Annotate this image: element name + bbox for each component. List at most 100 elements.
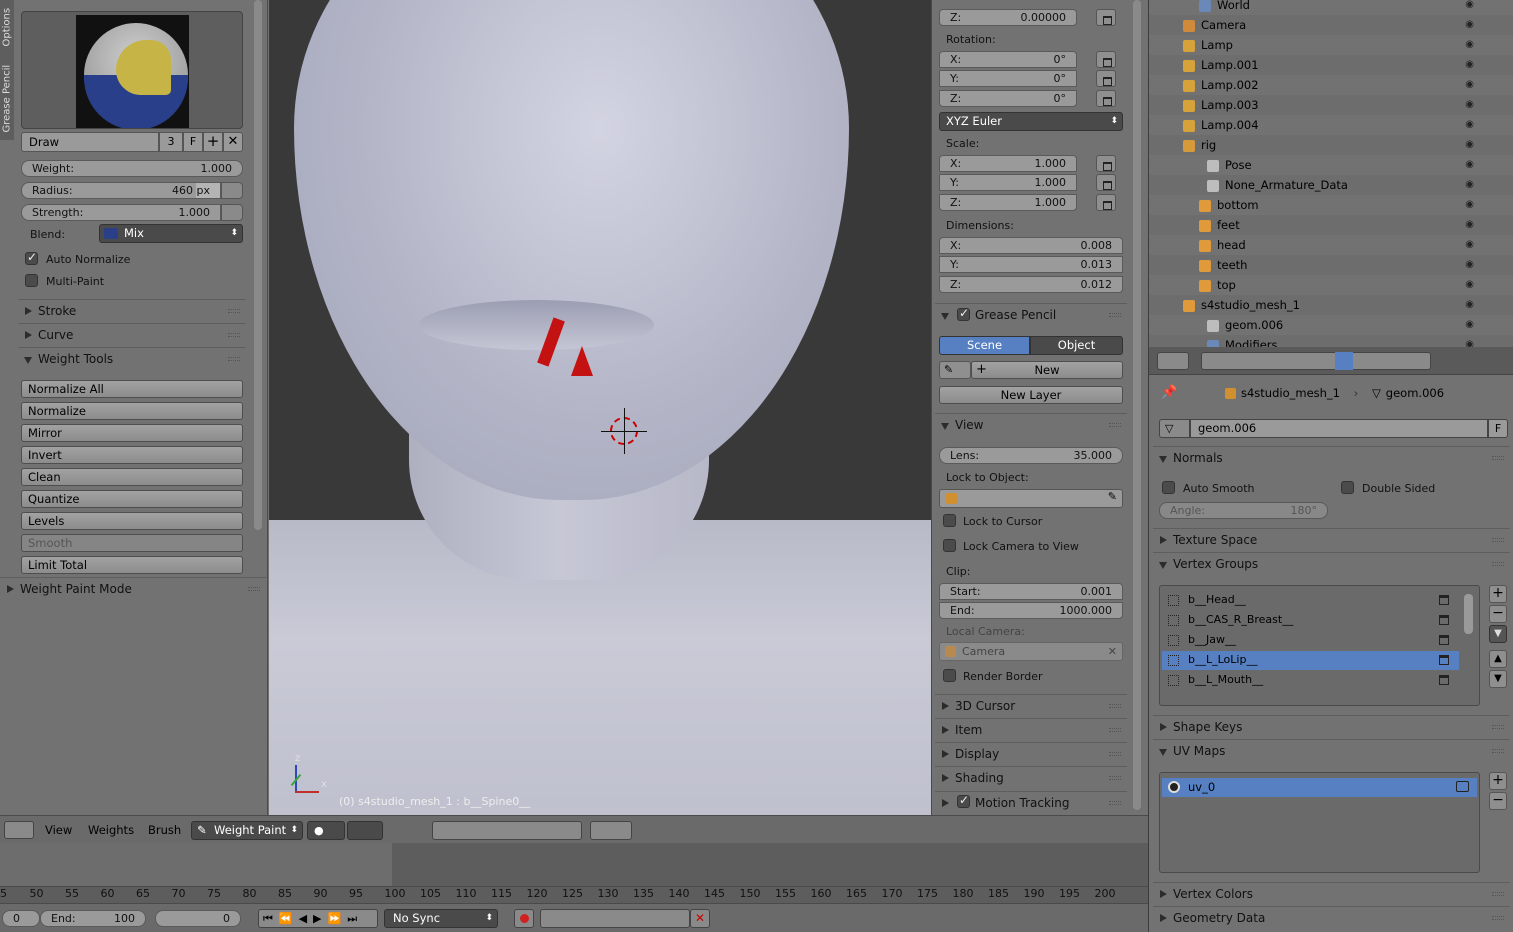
outliner-row[interactable]: top ◉ xyxy=(1149,275,1513,295)
vertex-group-item[interactable]: b__Head__ xyxy=(1162,591,1459,610)
motion-tracking-checkbox[interactable] xyxy=(957,793,970,808)
texture-space-panel-header[interactable]: Texture Space xyxy=(1153,528,1510,550)
strength-pressure-icon[interactable] xyxy=(221,204,243,221)
camera-render-icon[interactable] xyxy=(1456,781,1469,792)
current-frame-field[interactable]: 0 xyxy=(155,910,241,927)
viewport-shading-dropdown[interactable]: ● xyxy=(307,821,345,840)
weight-tools-panel-header[interactable]: Weight Tools xyxy=(18,347,246,369)
eye-icon[interactable]: ◉ xyxy=(1465,195,1474,215)
mesh-browse-button[interactable]: ▽ xyxy=(1159,419,1190,438)
lock-object-field[interactable]: ✎ xyxy=(939,489,1123,508)
eye-icon[interactable]: ◉ xyxy=(1465,275,1474,295)
scale-y-field[interactable]: Y: 1.000 xyxy=(939,174,1077,191)
normalize-button[interactable]: Normalize xyxy=(21,402,243,420)
blend-dropdown[interactable]: Mix ⬍ xyxy=(99,224,243,243)
grease-pencil-checkbox[interactable] xyxy=(957,306,970,321)
rotation-y-field[interactable]: Y: 0° xyxy=(939,70,1077,87)
outliner-row[interactable]: Camera ◉ xyxy=(1149,15,1513,35)
rotation-x-field[interactable]: X: 0° xyxy=(939,51,1077,68)
display-panel-header[interactable]: Display xyxy=(935,742,1127,764)
scale-x-field[interactable]: X: 1.000 xyxy=(939,155,1077,172)
brush-fake-user-button[interactable]: F xyxy=(183,132,203,152)
clip-end-field[interactable]: End: 1000.000 xyxy=(939,602,1123,619)
sync-dropdown[interactable]: No Sync ⬍ xyxy=(384,909,498,928)
quantize-button[interactable]: Quantize xyxy=(21,490,243,508)
weight-slider[interactable]: Weight: 1.000 xyxy=(21,160,243,177)
lock-icon[interactable] xyxy=(1096,174,1116,191)
vertex-group-remove-button[interactable]: − xyxy=(1489,605,1507,623)
clean-button[interactable]: Clean xyxy=(21,468,243,486)
eye-icon[interactable]: ◉ xyxy=(1465,295,1474,315)
new-gp-button[interactable]: + New xyxy=(971,361,1123,379)
uv-map-add-button[interactable]: + xyxy=(1489,772,1507,790)
scale-z-field[interactable]: Z: 1.000 xyxy=(939,194,1077,211)
eye-icon[interactable]: ◉ xyxy=(1465,235,1474,255)
record-button[interactable] xyxy=(514,909,534,928)
menu-view[interactable]: View xyxy=(45,823,72,837)
uv-map-remove-button[interactable]: − xyxy=(1489,792,1507,810)
view-panel-header[interactable]: View xyxy=(935,413,1127,435)
normals-panel-header[interactable]: Normals xyxy=(1153,446,1510,468)
brush-unlink-icon[interactable]: ✕ xyxy=(223,132,243,152)
eye-icon[interactable]: ◉ xyxy=(1465,135,1474,155)
pivot-dropdown[interactable] xyxy=(347,821,383,840)
eye-icon[interactable]: ◉ xyxy=(1465,15,1474,35)
end-frame-field[interactable]: End: 100 xyxy=(40,910,146,927)
dimension-y-field[interactable]: Y: 0.013 xyxy=(939,256,1123,273)
vertex-group-specials-button[interactable]: ▼ xyxy=(1489,625,1507,643)
outliner-row[interactable]: Lamp ◉ xyxy=(1149,35,1513,55)
eye-icon[interactable]: ◉ xyxy=(1465,215,1474,235)
outliner-row[interactable]: Lamp.004 ◉ xyxy=(1149,115,1513,135)
eye-icon[interactable]: ◉ xyxy=(1465,175,1474,195)
vertex-group-item[interactable]: b__L_Mouth__ xyxy=(1162,671,1459,690)
geometry-data-panel-header[interactable]: Geometry Data xyxy=(1153,906,1510,928)
clip-start-field[interactable]: Start: 0.001 xyxy=(939,583,1123,600)
outliner-row[interactable]: Lamp.003 ◉ xyxy=(1149,95,1513,115)
pencil-icon[interactable]: ✎ xyxy=(939,361,971,379)
lock-icon[interactable] xyxy=(1439,635,1449,645)
eye-icon[interactable]: ◉ xyxy=(1465,95,1474,115)
brush-preview[interactable] xyxy=(21,11,243,129)
n-panel-scrollbar[interactable] xyxy=(1133,0,1141,810)
limit-total-button[interactable]: Limit Total xyxy=(21,556,243,574)
mode-dropdown[interactable]: ✎ Weight Paint ⬍ xyxy=(191,821,303,840)
lens-field[interactable]: Lens: 35.000 xyxy=(939,447,1123,464)
double-sided-checkbox[interactable] xyxy=(1341,481,1354,494)
smooth-button[interactable]: Smooth xyxy=(21,534,243,552)
tab-object[interactable]: Object xyxy=(1030,336,1123,355)
vertex-group-add-button[interactable]: + xyxy=(1489,585,1507,603)
3d-viewport[interactable]: z x (0) s4studio_mesh_1 : b__Spine0__ xyxy=(269,0,931,815)
start-frame-field[interactable]: 0 xyxy=(2,910,40,927)
location-z-field[interactable]: Z: 0.00000 xyxy=(939,9,1077,26)
eye-icon[interactable]: ◉ xyxy=(1465,35,1474,55)
dimension-x-field[interactable]: X: 0.008 xyxy=(939,237,1123,254)
tool-shelf-scrollbar[interactable] xyxy=(254,0,262,530)
outliner-row[interactable]: Modifiers ◉ xyxy=(1149,335,1513,347)
auto-normalize-checkbox[interactable] xyxy=(25,250,38,265)
shading-panel-header[interactable]: Shading xyxy=(935,766,1127,788)
lock-icon[interactable] xyxy=(1439,595,1449,605)
lock-to-cursor-checkbox[interactable] xyxy=(943,514,956,527)
lock-icon[interactable] xyxy=(1096,90,1116,107)
keyframe-delete-icon[interactable]: ✕ xyxy=(690,909,710,928)
vertex-group-item[interactable]: b__CAS_R_Breast__ xyxy=(1162,611,1459,630)
pin-icon[interactable]: 📌 xyxy=(1161,385,1177,400)
lock-icon[interactable] xyxy=(1096,9,1116,26)
uv-maps-panel-header[interactable]: UV Maps xyxy=(1153,739,1510,761)
mesh-fake-user-button[interactable]: F xyxy=(1488,419,1508,438)
mesh-data-tab-icon[interactable] xyxy=(1335,352,1353,370)
mesh-name-field[interactable]: geom.006 xyxy=(1190,419,1488,438)
outliner-row[interactable]: Lamp.001 ◉ xyxy=(1149,55,1513,75)
rotation-z-field[interactable]: Z: 0° xyxy=(939,90,1077,107)
curve-panel-header[interactable]: Curve xyxy=(18,323,246,345)
menu-weights[interactable]: Weights xyxy=(88,823,134,837)
playback-controls[interactable]: ⏮⏪◀▶⏩⏭ xyxy=(258,909,378,928)
radius-slider[interactable]: Radius: 460 px xyxy=(21,182,221,199)
eye-icon[interactable]: ◉ xyxy=(1465,335,1474,347)
editor-type-menu[interactable] xyxy=(4,821,34,839)
outliner-row[interactable]: rig ◉ xyxy=(1149,135,1513,155)
lock-icon[interactable] xyxy=(1096,70,1116,87)
lock-icon[interactable] xyxy=(1096,155,1116,172)
lock-icon[interactable] xyxy=(1439,655,1449,665)
layer-buttons[interactable] xyxy=(432,821,582,840)
